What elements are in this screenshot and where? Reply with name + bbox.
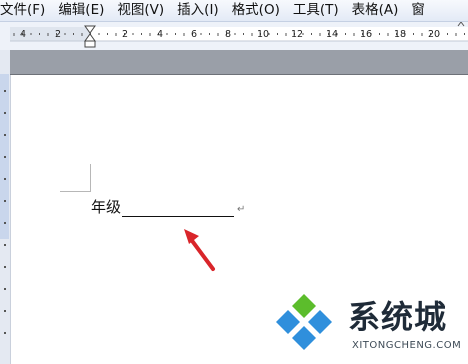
paragraph-mark-icon: ↵ [237, 204, 246, 215]
grade-underline-blank[interactable] [122, 199, 235, 217]
menu-edit[interactable]: 编辑(E) [58, 0, 104, 21]
vertical-ruler-tick [4, 90, 6, 92]
vertical-ruler-tick [4, 112, 6, 114]
vertical-ruler-tick [4, 310, 6, 312]
menu-format[interactable]: 格式(O) [232, 0, 280, 21]
watermark-domain: XITONGCHENG.COM [352, 340, 462, 351]
ruler-label: 2 [122, 29, 128, 40]
red-arrow-icon [184, 229, 215, 271]
ruler-label: 16 [360, 29, 372, 40]
menu-tools[interactable]: 工具(T) [293, 0, 339, 21]
ruler-label: 10 [257, 29, 269, 40]
menu-insert[interactable]: 插入(I) [177, 0, 219, 21]
vertical-ruler-tick [4, 244, 6, 246]
ruler-label: 6 [191, 29, 197, 40]
ruler-label: 8 [225, 29, 231, 40]
ruler-label: 12 [291, 29, 303, 40]
grade-label: 年级 [91, 198, 122, 216]
menu-bar: 文件(F) 编辑(E) 视图(V) 插入(I) 格式(O) 工具(T) 表格(A… [0, 0, 468, 22]
vertical-ruler-tick [4, 156, 6, 158]
ruler-label: 14 [326, 29, 338, 40]
ruler-label: 4 [157, 29, 163, 40]
vertical-ruler-tick [4, 266, 6, 268]
vertical-ruler[interactable] [0, 50, 11, 364]
watermark-logo: 系统城 XITONGCHENG.COM [272, 290, 468, 364]
watermark-title: 系统城 [348, 298, 448, 336]
vertical-ruler-tick [4, 134, 6, 136]
menu-file[interactable]: 文件(F) [0, 0, 45, 21]
menu-window[interactable]: 窗 [411, 0, 425, 21]
menu-view[interactable]: 视图(V) [117, 0, 164, 21]
page-margin-corner-marker [60, 164, 91, 192]
word-processor-window: 文件(F) 编辑(E) 视图(V) 插入(I) 格式(O) 工具(T) 表格(A… [0, 0, 468, 364]
ruler-label: 4 [20, 29, 26, 40]
grade-line[interactable]: 年级 ↵ [91, 196, 245, 217]
vertical-ruler-tick [4, 332, 6, 334]
horizontal-ruler[interactable]: 4 2 2 4 6 8 10 12 14 16 18 20 [0, 22, 468, 50]
ruler-label: 20 [428, 29, 440, 40]
menu-table[interactable]: 表格(A) [352, 0, 399, 21]
vertical-ruler-tick [4, 200, 6, 202]
page-gap-band [10, 50, 468, 75]
vertical-ruler-tick [4, 222, 6, 224]
watermark-diamond-icon [276, 294, 332, 350]
ruler-scale: 4 2 2 4 6 8 10 12 14 16 18 20 [10, 22, 468, 48]
ruler-label: 2 [55, 29, 61, 40]
vertical-ruler-tick [4, 288, 6, 290]
ruler-label: 18 [394, 29, 406, 40]
vertical-ruler-tick [4, 178, 6, 180]
right-indent-icon[interactable] [457, 22, 465, 27]
